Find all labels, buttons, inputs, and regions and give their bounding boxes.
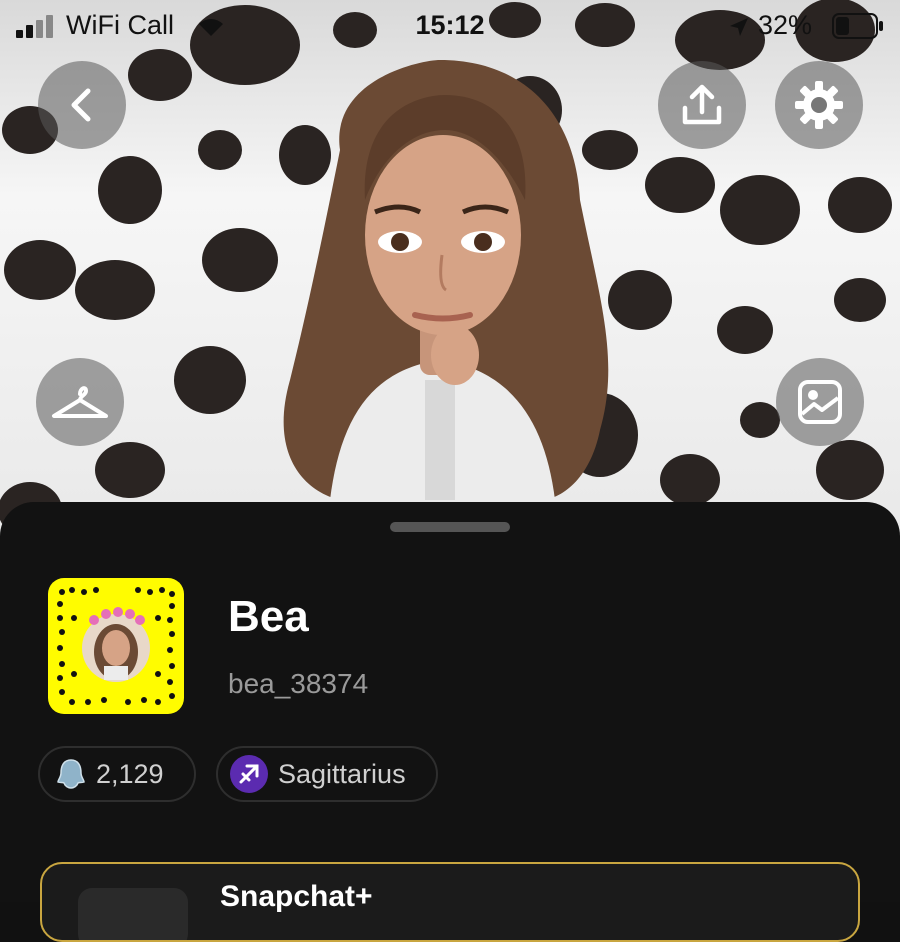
image-icon [798,380,842,424]
location-arrow-icon [730,18,748,36]
gear-icon [795,81,843,129]
status-bar: WiFi Call 15:12 32% [0,0,900,50]
ghost-icon [56,758,86,790]
outfit-button[interactable] [36,358,124,446]
chevron-left-icon [71,88,91,122]
snapscore-pill[interactable]: 2,129 [38,746,196,802]
sagittarius-icon [230,755,268,793]
battery-icon [832,13,883,39]
zodiac-label: Sagittarius [278,758,406,789]
username[interactable]: bea_38374 [228,668,368,700]
snapcode-pattern [57,587,175,705]
snapscore-value: 2,129 [96,758,164,789]
sheet-drag-handle[interactable] [390,522,510,532]
snapchat-plus-card[interactable]: Snapchat+ [40,862,860,942]
settings-button[interactable] [775,61,863,149]
display-name: Bea [228,592,309,641]
card-thumbnail [78,888,188,940]
share-button[interactable] [658,61,746,149]
card-title: Snapchat+ [220,880,373,913]
zodiac-pill[interactable]: Sagittarius [216,746,438,802]
cow-print-pattern [0,0,892,538]
battery-percent: 32% [757,10,812,40]
snapcode[interactable] [48,578,184,714]
bitmoji-avatar [283,60,609,500]
upload-icon [682,84,722,125]
back-button[interactable] [38,61,126,149]
hanger-icon [52,386,108,418]
profile-sheet: Bea bea_38374 2,129 Sagittarius Snapchat… [0,502,900,942]
profile-header-background [0,0,900,560]
background-button[interactable] [776,358,864,446]
